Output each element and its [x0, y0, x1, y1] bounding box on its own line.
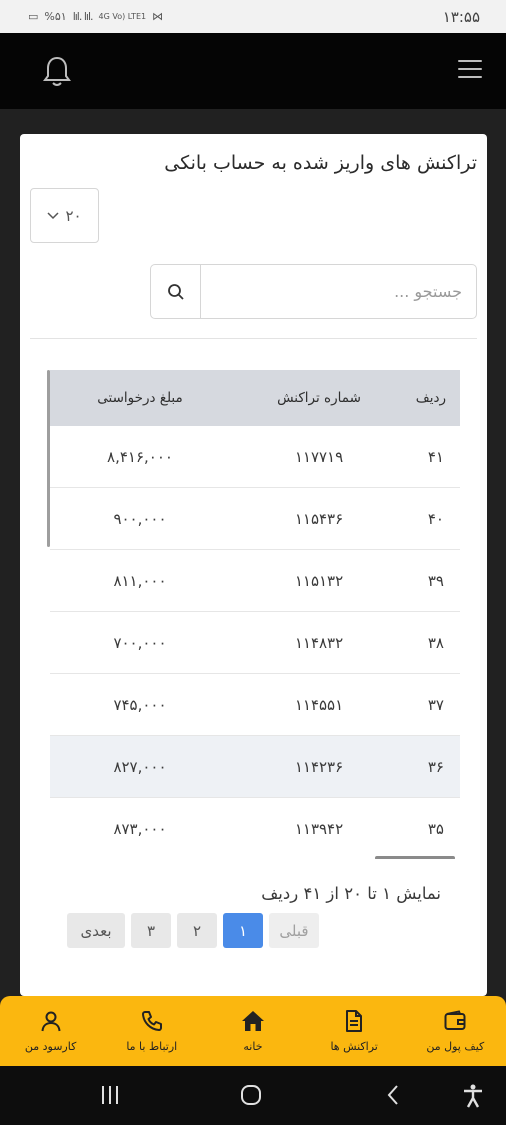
nav-item-contact[interactable]: ارتباط با ما: [101, 996, 202, 1066]
table-row[interactable]: ۳۵ ۱۱۳۹۴۲ ۸۷۳,۰۰۰: [50, 798, 460, 859]
status-bar: ▭ %۵۱ lıl. lıl. 4G Vo) LTE1 ⋈ ۱۳:۵۵: [0, 0, 506, 33]
page-button-1[interactable]: ۱: [223, 913, 263, 948]
cell-index: ۳۵: [427, 819, 444, 838]
prev-page-button[interactable]: قبلی: [269, 913, 319, 948]
nav-item-home[interactable]: خانه: [202, 996, 303, 1066]
search-button[interactable]: [151, 265, 201, 318]
cell-amount: ۷۰۰,۰۰۰: [113, 633, 167, 652]
column-header-transaction[interactable]: شماره تراکنش: [210, 390, 398, 406]
cell-transaction: ۱۱۵۱۳۲: [294, 571, 344, 590]
nav-label: تراکنش ها: [330, 1040, 378, 1053]
cell-transaction: ۱۱۳۹۴۲: [294, 819, 344, 838]
page-size-select[interactable]: ۲۰: [30, 188, 99, 243]
divider: [30, 338, 477, 339]
pagination: بعدی ۳ ۲ ۱ قبلی: [67, 913, 319, 948]
page-button-3[interactable]: ۳: [131, 913, 171, 948]
status-icons: ▭ %۵۱ lıl. lıl. 4G Vo) LTE1 ⋈: [28, 10, 163, 23]
battery-icon: ▭: [28, 10, 39, 23]
table-row[interactable]: ۴۱ ۱۱۷۷۱۹ ۸,۴۱۶,۰۰۰: [50, 426, 460, 488]
cell-amount: ۸۱۱,۰۰۰: [113, 571, 167, 590]
transactions-card: تراکنش های واریز شده به حساب بانکی ۲۰ رد…: [20, 134, 487, 996]
table-row[interactable]: ۳۸ ۱۱۴۸۳۲ ۷۰۰,۰۰۰: [50, 612, 460, 674]
nav-item-profile[interactable]: کارسود من: [0, 996, 101, 1066]
recents-icon[interactable]: [100, 1084, 120, 1106]
document-icon: [346, 1010, 363, 1032]
bottom-navigation: کارسود من ارتباط با ما خانه تراکنش ها کی…: [0, 996, 506, 1066]
cell-amount: ۸,۴۱۶,۰۰۰: [107, 447, 173, 466]
cell-amount: ۹۰۰,۰۰۰: [113, 509, 167, 528]
battery-percent: %۵۱: [44, 10, 67, 23]
page-button-2[interactable]: ۲: [177, 913, 217, 948]
cell-index: ۳۹: [427, 571, 444, 590]
cell-amount: ۷۴۵,۰۰۰: [113, 695, 167, 714]
system-navigation-bar: [0, 1066, 506, 1125]
cell-index: ۴۱: [427, 447, 444, 466]
column-header-amount[interactable]: مبلغ درخواستی: [50, 390, 210, 406]
home-circle-icon[interactable]: [240, 1084, 262, 1106]
nav-item-transactions[interactable]: تراکنش ها: [304, 996, 405, 1066]
network-label: 4G Vo) LTE1: [98, 12, 147, 21]
nav-item-wallet[interactable]: کیف پول من: [405, 996, 506, 1066]
column-header-index[interactable]: ردیف: [398, 390, 460, 406]
cell-index: ۳۸: [427, 633, 444, 652]
table-row[interactable]: ۳۹ ۱۱۵۱۳۲ ۸۱۱,۰۰۰: [50, 550, 460, 612]
cell-transaction: ۱۱۵۴۳۶: [294, 509, 344, 528]
user-icon: [41, 1011, 61, 1032]
cell-index: ۳۶: [427, 757, 444, 776]
pagination-summary: نمایش ۱ تا ۲۰ از ۴۱ ردیف: [261, 884, 441, 903]
page-size-value: ۲۰: [65, 206, 82, 225]
top-app-bar: [0, 33, 506, 109]
status-time: ۱۳:۵۵: [442, 7, 480, 26]
search-input[interactable]: [201, 265, 476, 318]
next-page-button[interactable]: بعدی: [67, 913, 125, 948]
transactions-table: ردیف شماره تراکنش مبلغ درخواستی ۴۱ ۱۱۷۷۱…: [47, 370, 460, 859]
back-icon[interactable]: [385, 1084, 401, 1106]
chevron-down-icon: [47, 211, 59, 219]
cell-transaction: ۱۱۴۵۵۱: [294, 695, 344, 714]
cell-index: ۴۰: [427, 509, 444, 528]
table-row[interactable]: ۳۶ ۱۱۴۲۳۶ ۸۲۷,۰۰۰: [50, 736, 460, 798]
phone-icon: [141, 1011, 162, 1031]
wifi-icon: ⋈: [152, 10, 164, 23]
page-title: تراکنش های واریز شده به حساب بانکی: [164, 152, 477, 174]
table-row[interactable]: ۳۷ ۱۱۴۵۵۱ ۷۴۵,۰۰۰: [50, 674, 460, 736]
home-icon: [241, 1011, 264, 1031]
table-row[interactable]: ۴۰ ۱۱۵۴۳۶ ۹۰۰,۰۰۰: [50, 488, 460, 550]
nav-label: ارتباط با ما: [126, 1040, 178, 1053]
signal-icon: lıl. lıl.: [72, 10, 94, 23]
cell-index: ۳۷: [427, 695, 444, 714]
cell-transaction: ۱۱۴۸۳۲: [294, 633, 344, 652]
cell-transaction: ۱۱۷۷۱۹: [294, 447, 344, 466]
cell-amount: ۸۷۳,۰۰۰: [113, 819, 167, 838]
horizontal-scrollbar[interactable]: [375, 856, 455, 859]
accessibility-icon[interactable]: [462, 1084, 484, 1108]
table-header: ردیف شماره تراکنش مبلغ درخواستی: [50, 370, 460, 426]
bell-icon[interactable]: [42, 55, 72, 89]
nav-label: کارسود من: [24, 1040, 77, 1053]
search-icon: [167, 283, 184, 300]
cell-amount: ۸۲۷,۰۰۰: [113, 757, 167, 776]
wallet-icon: [444, 1010, 466, 1030]
hamburger-icon[interactable]: [458, 60, 482, 80]
cell-transaction: ۱۱۴۲۳۶: [294, 757, 344, 776]
search-box: [150, 264, 477, 319]
nav-label: کیف پول من: [426, 1040, 485, 1053]
nav-label: خانه: [243, 1040, 263, 1053]
